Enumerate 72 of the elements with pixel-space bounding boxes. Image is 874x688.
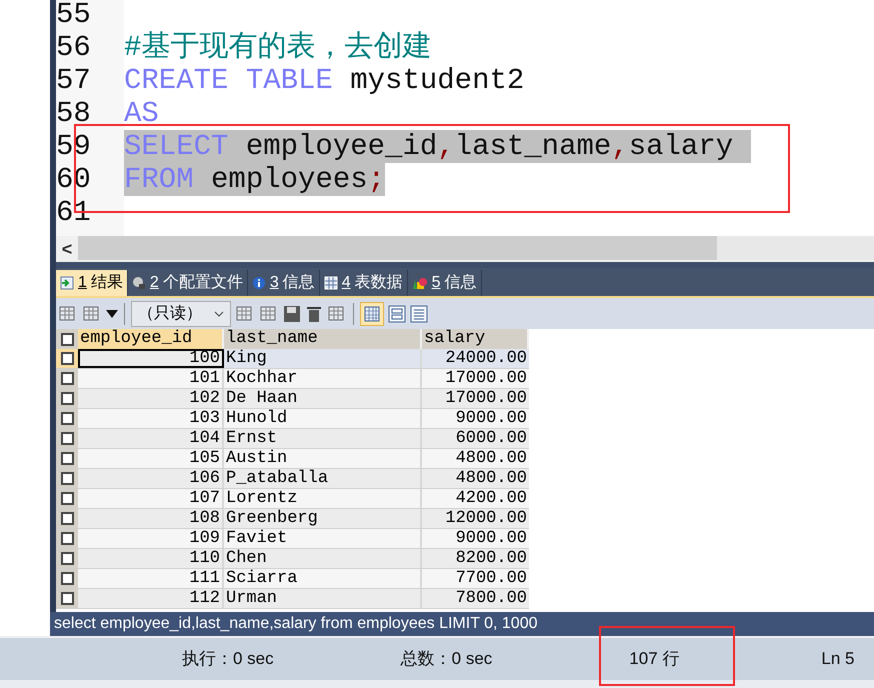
table-cell-text: 7800.00 [454,589,528,608]
row-checkbox[interactable] [60,572,74,585]
table-cell-text: 24000.00 [444,349,528,368]
table-row[interactable]: 100 King 24000.00 [56,349,529,369]
form-view-icon[interactable] [388,304,406,322]
table-row[interactable]: 106 P_ataballa 4800.00 [56,469,529,489]
cursor-position: Ln 5 [821,648,854,670]
table-row[interactable]: 103 Hunold 9000.00 [56,409,529,429]
trash-icon[interactable] [305,304,323,322]
row-count: 107 行 [629,648,680,670]
grid-view-button[interactable] [360,302,384,326]
column-header[interactable]: employee_id [78,329,224,349]
table-row[interactable]: 104 Ernst 6000.00 [56,429,529,449]
row-checkbox[interactable] [60,532,74,545]
dropdown-arrow-icon[interactable] [106,310,118,318]
code-line: AS [124,97,159,130]
info-icon [252,276,266,290]
line-number: 56 [56,31,91,64]
table-cell-text: 9000.00 [454,529,528,548]
column-header[interactable]: salary [422,329,529,349]
table-row[interactable]: 108 Greenberg 12000.00 [56,509,529,529]
table-row[interactable]: 102 De Haan 17000.00 [56,389,529,409]
save-icon[interactable] [283,304,301,322]
shapes-icon [412,276,428,290]
grid-icon [60,276,74,290]
table-cell-text: 7700.00 [454,569,528,588]
row-checkbox[interactable] [60,452,74,465]
table-cell-text: 17000.00 [444,369,528,388]
row-checkbox[interactable] [60,392,74,405]
table-cell-text: 4800.00 [454,449,528,468]
line-number: 58 [56,97,91,130]
line-number: 57 [56,64,91,97]
total-time: 总数：0 sec [400,648,492,670]
chevron-down-icon [214,310,224,316]
table-row[interactable]: 109 Faviet 9000.00 [56,529,529,549]
table-row[interactable]: 101 Kochhar 17000.00 [56,369,529,389]
exec-time: 执行：0 sec [182,648,274,670]
table-row[interactable]: 107 Lorentz 4200.00 [56,489,529,509]
table-cell-text: 17000.00 [444,389,528,408]
line-number: 61 [56,196,91,229]
code-line: CREATE TABLE mystudent2 [124,64,524,97]
table-row[interactable]: 105 Austin 4800.00 [56,449,529,469]
code-line: #基于现有的表，去创建 [124,31,432,64]
row-checkbox[interactable] [60,552,74,565]
table-cell-text: 4200.00 [454,489,528,508]
table-row[interactable]: 112 Urman 7800.00 [56,589,529,609]
row-checkbox[interactable] [60,472,74,485]
table-cell-text: 8200.00 [454,549,528,568]
row-checkbox[interactable] [60,412,74,425]
row-checkbox[interactable] [60,352,74,365]
text-view-icon[interactable] [410,304,428,322]
table-cell-text: 9000.00 [454,409,528,428]
result-tab[interactable]: 1 结果 [56,270,128,296]
select-all-checkbox[interactable] [60,332,74,346]
query-bar: select employee_id,last_name,salary from employees LIMIT 0, 1000 [50,612,874,636]
table-cell: 100 [78,349,224,368]
row-checkbox[interactable] [60,432,74,445]
table-row[interactable]: 111 Sciarra 7700.00 [56,569,529,589]
table-cell: Urman [224,589,422,608]
table-icon [324,276,338,290]
mode-select[interactable]: （只读） [131,300,231,326]
scrollbar-thumb[interactable] [78,236,717,260]
table-cell-text: 12000.00 [444,509,528,528]
row-checkbox[interactable] [60,492,74,505]
table-row[interactable]: 110 Chen 8200.00 [56,549,529,569]
table-cell-text: 4800.00 [454,469,528,488]
row-checkbox[interactable] [60,512,74,525]
row-checkbox[interactable] [60,592,74,605]
line-number: 55 [56,0,91,31]
row-checkbox[interactable] [60,372,74,385]
table-cell-text: 6000.00 [454,429,528,448]
table-cell: 112 [78,589,224,608]
